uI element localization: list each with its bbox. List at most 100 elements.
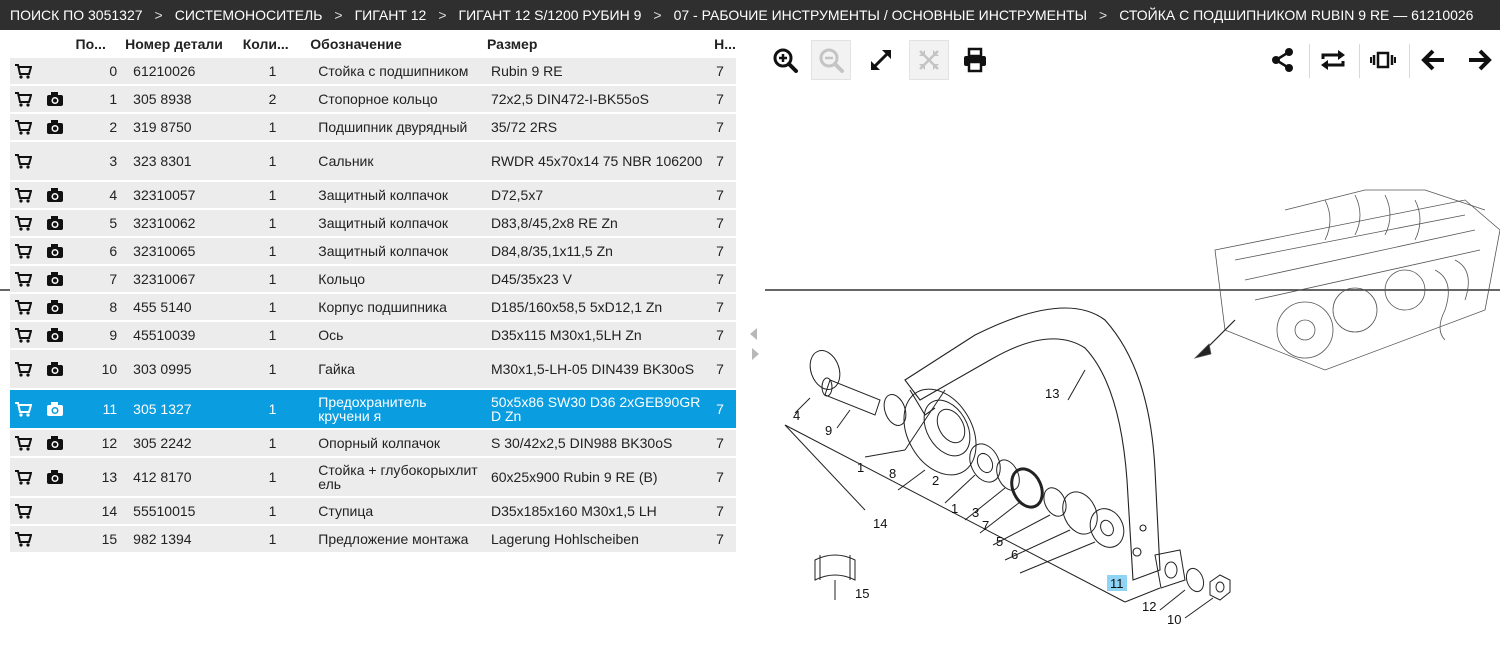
photo-cell[interactable] <box>41 114 72 142</box>
table-row[interactable]: 13 412 8170 1 Стойка + глубокорыхлит ель 60x… <box>10 458 736 498</box>
breadcrumb-item[interactable]: СТОЙКА С ПОДШИПНИКОМ RUBIN 9 RE — 612100… <box>1119 7 1473 23</box>
photo-cell[interactable] <box>41 182 72 210</box>
collapse-right-icon[interactable] <box>752 348 759 360</box>
share-button[interactable] <box>1263 40 1303 80</box>
table-row[interactable]: 9 45510039 1 Ось D35x115 M30x1,5LH Zn 7 <box>10 322 736 350</box>
machine-overview-image <box>1193 189 1500 371</box>
table-row[interactable]: 10 303 0995 1 Гайка M30x1,5-LH-05 DIN439 BK3… <box>10 350 736 390</box>
cell-extra: 7 <box>710 86 736 114</box>
add-to-cart-cell[interactable] <box>10 142 42 182</box>
photo-cell[interactable] <box>41 238 72 266</box>
callout-label[interactable]: 8 <box>889 466 896 481</box>
table-row[interactable]: 11 305 1327 1 Предохранитель кручени я 50x5x… <box>10 390 736 430</box>
add-to-cart-cell[interactable] <box>10 430 42 458</box>
callout-label[interactable]: 5 <box>996 534 1003 549</box>
table-row[interactable]: 14 55510015 1 Ступица D35x185x160 M30x1,5 LH… <box>10 498 736 526</box>
add-to-cart-cell[interactable] <box>10 58 42 86</box>
cell-designation: Защитный колпачок <box>306 238 483 266</box>
col-designation[interactable]: Обозначение <box>306 30 483 58</box>
callout-label[interactable]: 10 <box>1167 612 1181 627</box>
add-to-cart-cell[interactable] <box>10 114 42 142</box>
cart-icon <box>15 244 32 259</box>
cell-extra: 7 <box>710 142 736 182</box>
callout-label[interactable]: 13 <box>1045 386 1059 401</box>
breadcrumb-item[interactable]: ГИГАНТ 12 S/1200 РУБИН 9 <box>459 7 642 23</box>
table-row[interactable]: 5 32310062 1 Защитный колпачок D83,8/45,2x8 … <box>10 210 736 238</box>
cell-pos: 12 <box>71 430 122 458</box>
add-to-cart-cell[interactable] <box>10 182 42 210</box>
camera-icon <box>46 436 63 451</box>
add-to-cart-cell[interactable] <box>10 350 42 390</box>
cell-extra: 7 <box>710 350 736 390</box>
add-to-cart-cell[interactable] <box>10 86 42 114</box>
add-to-cart-cell[interactable] <box>10 210 42 238</box>
callout-label[interactable]: 14 <box>873 516 887 531</box>
table-row[interactable]: 4 32310057 1 Защитный колпачок D72,5x7 7 <box>10 182 736 210</box>
table-row[interactable]: 3 323 8301 1 Сальник RWDR 45x70x14 75 NBR 10… <box>10 142 736 182</box>
add-to-cart-cell[interactable] <box>10 498 42 526</box>
breadcrumb-item[interactable]: 07 - РАБОЧИЕ ИНСТРУМЕНТЫ / ОСНОВНЫЕ ИНСТ… <box>674 7 1087 23</box>
print-button[interactable] <box>955 40 995 80</box>
add-to-cart-cell[interactable] <box>10 238 42 266</box>
prev-button[interactable] <box>1413 40 1453 80</box>
fullscreen-button[interactable] <box>861 40 901 80</box>
add-to-cart-cell[interactable] <box>10 294 42 322</box>
add-to-cart-cell[interactable] <box>10 322 42 350</box>
zoom-out-button[interactable] <box>811 40 851 80</box>
col-pos[interactable]: По... <box>72 30 122 58</box>
zoom-in-button[interactable] <box>765 40 805 80</box>
camera-icon <box>46 470 63 485</box>
panel-splitter[interactable] <box>745 30 765 655</box>
col-extra[interactable]: Н... <box>710 30 736 58</box>
next-button[interactable] <box>1460 40 1500 80</box>
photo-cell[interactable] <box>41 390 72 430</box>
table-row[interactable]: 2 319 8750 1 Подшипник двурядный 35/72 2RS 7 <box>10 114 736 142</box>
rotate-button[interactable] <box>1313 40 1353 80</box>
photo-cell[interactable] <box>41 322 72 350</box>
table-row[interactable]: 0 61210026 1 Стойка с подшипником Rubin 9 RE… <box>10 58 736 86</box>
collapse-left-icon[interactable] <box>750 328 757 340</box>
col-part-number[interactable]: Номер детали <box>121 30 239 58</box>
add-to-cart-cell[interactable] <box>10 390 42 430</box>
gallery-button[interactable] <box>1363 40 1403 80</box>
table-row[interactable]: 1 305 8938 2 Стопорное кольцо 72x2,5 DIN472-… <box>10 86 736 114</box>
table-row[interactable]: 8 455 5140 1 Корпус подшипника D185/160x58,5… <box>10 294 736 322</box>
breadcrumb-item[interactable]: СИСТЕМОНОСИТЕЛЬ <box>175 7 323 23</box>
cell-extra: 7 <box>710 58 736 86</box>
photo-cell[interactable] <box>41 86 72 114</box>
add-to-cart-cell[interactable] <box>10 526 42 554</box>
callout-label[interactable]: 1 <box>857 460 864 475</box>
callout-label[interactable]: 6 <box>1011 547 1018 562</box>
photo-cell[interactable] <box>41 350 72 390</box>
photo-cell[interactable] <box>41 430 72 458</box>
cart-icon <box>15 532 32 547</box>
add-to-cart-cell[interactable] <box>10 458 42 498</box>
arrow-right-icon <box>1469 49 1492 71</box>
exploded-diagram[interactable]: 1123456789101112131415 <box>765 170 1500 650</box>
cell-size: D83,8/45,2x8 RE Zn <box>482 210 711 238</box>
table-row[interactable]: 6 32310065 1 Защитный колпачок D84,8/35,1x11… <box>10 238 736 266</box>
photo-cell[interactable] <box>41 294 72 322</box>
col-size[interactable]: Размер <box>483 30 710 58</box>
callout-label[interactable]: 11 <box>1110 576 1124 591</box>
photo-cell[interactable] <box>41 458 72 498</box>
breadcrumb-item[interactable]: ПОИСК ПО 3051327 <box>10 7 143 23</box>
cell-qty: 1 <box>238 498 307 526</box>
callout-label[interactable]: 3 <box>972 505 979 520</box>
photo-cell[interactable] <box>41 210 72 238</box>
callout-label[interactable]: 7 <box>982 518 989 533</box>
callout-label[interactable]: 4 <box>793 408 800 423</box>
cell-size: D84,8/35,1x11,5 Zn <box>482 238 711 266</box>
breadcrumb-item[interactable]: ГИГАНТ 12 <box>355 7 427 23</box>
callout-label[interactable]: 2 <box>932 473 939 488</box>
table-row[interactable]: 12 305 2242 1 Опорный колпачок S 30/42x2,5 D… <box>10 430 736 458</box>
callout-label[interactable]: 1 <box>951 501 958 516</box>
col-qty[interactable]: Коли... <box>239 30 307 58</box>
cell-part-number: 61210026 <box>121 58 239 86</box>
callout-label[interactable]: 15 <box>855 586 869 601</box>
table-row[interactable]: 15 982 1394 1 Предложение монтажа Lagerung H… <box>10 526 736 554</box>
callout-label[interactable]: 9 <box>825 423 832 438</box>
fit-button[interactable] <box>909 40 949 80</box>
callout-label[interactable]: 12 <box>1142 599 1156 614</box>
photo-cell <box>41 498 72 526</box>
